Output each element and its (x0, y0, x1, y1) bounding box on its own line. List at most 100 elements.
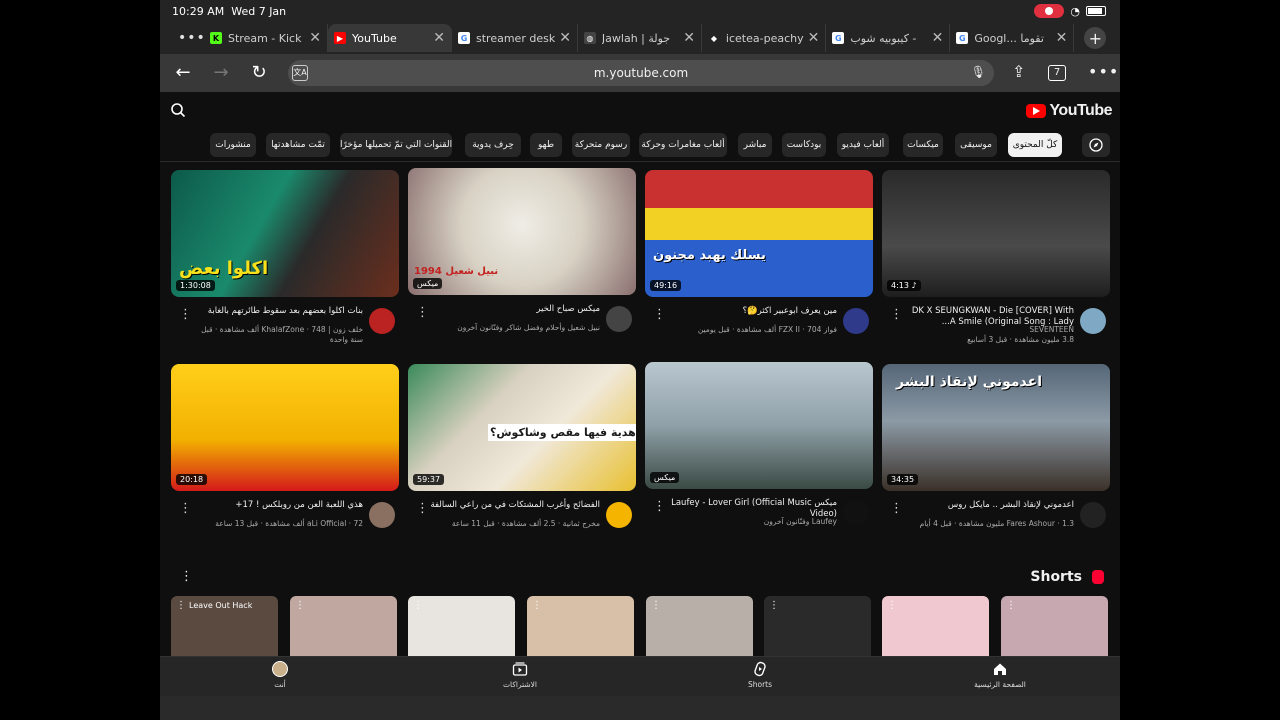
close-tab-icon[interactable]: ✕ (433, 30, 445, 46)
browser-tab[interactable]: ◍ Jawlah | جولة ✕ (578, 24, 702, 52)
shorts-more-icon[interactable]: ⋮ (180, 569, 193, 584)
video-thumbnail[interactable]: يسلك يهبد مجنون 49:16 (645, 170, 873, 297)
channel-avatar[interactable] (369, 502, 395, 528)
video-more-icon[interactable]: ⋮ (416, 502, 429, 515)
category-chip[interactable]: ألعاب فيديو (837, 133, 889, 157)
window-menu-icon[interactable]: ••• (160, 30, 205, 46)
share-icon[interactable]: ⇪ (1012, 62, 1025, 81)
category-chip[interactable]: تمّت مشاهدتها (266, 133, 330, 157)
video-card[interactable]: نبيل شعيل 1994 ميكس ⋮ ميكس صباح الخير نبيل ش… (408, 168, 636, 348)
video-meta: SEVENTEEN (1029, 325, 1074, 334)
short-thumbnail[interactable]: ⋮ (527, 596, 634, 656)
channel-avatar[interactable] (369, 308, 395, 334)
video-thumbnail[interactable]: نبيل شعيل 1994 ميكس (408, 168, 636, 295)
short-thumbnail[interactable]: ⋮ (882, 596, 989, 656)
video-card[interactable]: من جاه هدية فيها مقص وشاكوش؟ 59:37 ⋮الفضائ… (408, 364, 636, 544)
video-thumbnail[interactable]: اكلوا بعض 1:30:08 (171, 170, 399, 297)
nav-shorts[interactable]: Shorts (720, 661, 800, 689)
reload-button[interactable]: ↻ (240, 62, 278, 83)
video-more-icon[interactable]: ⋮ (890, 308, 903, 321)
video-card[interactable]: 4:13 ♪ ⋮ DK X SEUNGKWAN - Die [COVER] With… (882, 170, 1110, 350)
video-more-icon[interactable]: ⋮ (179, 502, 192, 515)
nav-you[interactable]: أنت (240, 661, 320, 689)
video-card[interactable]: ميكس ⋮ ميكس Laufey - Lover Girl (Official … (645, 362, 873, 542)
short-more-icon[interactable]: ⋮ (887, 600, 897, 611)
category-chip[interactable]: حِرف يدوية (465, 133, 521, 157)
category-chip[interactable]: ميكسات (903, 133, 943, 157)
video-thumbnail[interactable]: ميكس (645, 362, 873, 489)
browser-tab[interactable]: G Googl... تقوما ✕ (950, 24, 1075, 52)
tab-count-button[interactable]: 7 (1048, 65, 1066, 81)
video-more-icon[interactable]: ⋮ (653, 500, 666, 513)
short-thumbnail[interactable]: ⋮ (764, 596, 871, 656)
video-more-icon[interactable]: ⋮ (653, 308, 666, 321)
short-thumbnail[interactable]: ⋮ (408, 596, 515, 656)
video-thumbnail[interactable]: 20:18 (171, 364, 399, 491)
category-chip[interactable]: طهو (530, 133, 562, 157)
back-button[interactable]: ← (164, 62, 202, 83)
video-card[interactable]: اكلوا بعض 1:30:08 ⋮ بنات اكلوا بعضهم بعد سق… (171, 170, 399, 350)
url-field[interactable]: 文A m.youtube.com 🎙 (288, 60, 994, 86)
video-more-icon[interactable]: ⋮ (179, 308, 192, 321)
short-more-icon[interactable]: ⋮ (176, 600, 186, 611)
browser-tab[interactable]: K Stream - Kick ✕ (204, 24, 328, 52)
channel-avatar[interactable] (843, 308, 869, 334)
category-chip[interactable]: بودكاست (782, 133, 826, 157)
short-more-icon[interactable]: ⋮ (532, 600, 542, 611)
forward-button[interactable]: → (202, 62, 240, 83)
short-thumbnail[interactable]: ⋮ (1001, 596, 1108, 656)
nav-subscriptions[interactable]: الاشتراكات (480, 661, 560, 689)
category-chip[interactable]: كلّ المحتوى (1008, 133, 1062, 157)
new-tab-button[interactable]: + (1084, 27, 1107, 49)
short-thumbnail[interactable]: ⋮ (646, 596, 753, 656)
search-icon[interactable] (170, 102, 186, 118)
close-tab-icon[interactable]: ✕ (1056, 30, 1068, 46)
microphone-icon[interactable]: 🎙 (971, 65, 986, 79)
tab-title: icetea-peachy (725, 31, 804, 45)
channel-avatar[interactable] (1080, 502, 1106, 528)
close-tab-icon[interactable]: ✕ (808, 30, 820, 46)
short-more-icon[interactable]: ⋮ (1006, 600, 1016, 611)
close-tab-icon[interactable]: ✕ (309, 30, 321, 46)
video-thumbnail[interactable]: اعدموني لإنقاذ البشر 34:35 (882, 364, 1110, 491)
short-thumbnail[interactable]: ⋮ Leave Out Hack (171, 596, 278, 656)
short-more-icon[interactable]: ⋮ (769, 600, 779, 611)
video-more-icon[interactable]: ⋮ (890, 502, 903, 515)
close-tab-icon[interactable]: ✕ (932, 30, 944, 46)
short-more-icon[interactable]: ⋮ (651, 600, 661, 611)
browser-tab[interactable]: Gstreamer desk ✕ (452, 24, 578, 52)
category-chip[interactable]: القنوات التي تمّ تحميلها مؤخرًا (340, 133, 452, 157)
close-tab-icon[interactable]: ✕ (683, 30, 695, 46)
short-more-icon[interactable]: ⋮ (413, 600, 423, 611)
duration-badge: 20:18 (176, 474, 208, 485)
close-tab-icon[interactable]: ✕ (559, 30, 571, 46)
nav-home[interactable]: الصفحة الرئيسية (960, 661, 1040, 689)
category-chip[interactable]: موسيقى (955, 133, 997, 157)
category-chip[interactable]: مباشر (738, 133, 772, 157)
short-thumbnail[interactable]: ⋮ (290, 596, 397, 656)
video-card[interactable]: 20:18 ⋮ هذي اللعبة العن من روبلكس ! 17+ aLi… (171, 364, 399, 544)
status-icons: ◔ (1034, 4, 1106, 18)
video-thumbnail[interactable]: 4:13 ♪ (882, 170, 1110, 297)
video-card[interactable]: يسلك يهبد مجنون 49:16 ⋮ مين يعرف ابوعبير اك… (645, 170, 873, 350)
channel-avatar[interactable] (606, 502, 632, 528)
explore-compass-icon[interactable] (1082, 133, 1110, 157)
short-more-icon[interactable]: ⋮ (295, 600, 305, 611)
shorts-nav-icon (754, 661, 766, 677)
category-chip[interactable]: منشورات (210, 133, 256, 157)
browser-tab[interactable]: G كيبوبيه شوب - ✕ (826, 24, 951, 52)
category-chip[interactable]: رسوم متحركة (572, 133, 630, 157)
category-chip[interactable]: ألعاب مغامرات وحركة (639, 133, 727, 157)
channel-avatar[interactable] (843, 500, 869, 526)
channel-avatar[interactable] (606, 306, 632, 332)
more-menu-icon[interactable]: ••• (1088, 62, 1119, 81)
video-thumbnail[interactable]: من جاه هدية فيها مقص وشاكوش؟ 59:37 (408, 364, 636, 491)
video-card[interactable]: اعدموني لإنقاذ البشر 34:35 ⋮ اعدموني لإنقاذ… (882, 364, 1110, 544)
channel-avatar[interactable] (1080, 308, 1106, 334)
video-more-icon[interactable]: ⋮ (416, 306, 429, 319)
browser-tab[interactable]: ◆ icetea-peachy ✕ (702, 24, 827, 52)
youtube-logo[interactable]: YouTube (1026, 102, 1112, 120)
translate-icon[interactable]: 文A (292, 65, 308, 81)
wifi-icon: ◔ (1070, 4, 1080, 18)
browser-tab[interactable]: ▶ YouTube ✕ (328, 24, 452, 52)
